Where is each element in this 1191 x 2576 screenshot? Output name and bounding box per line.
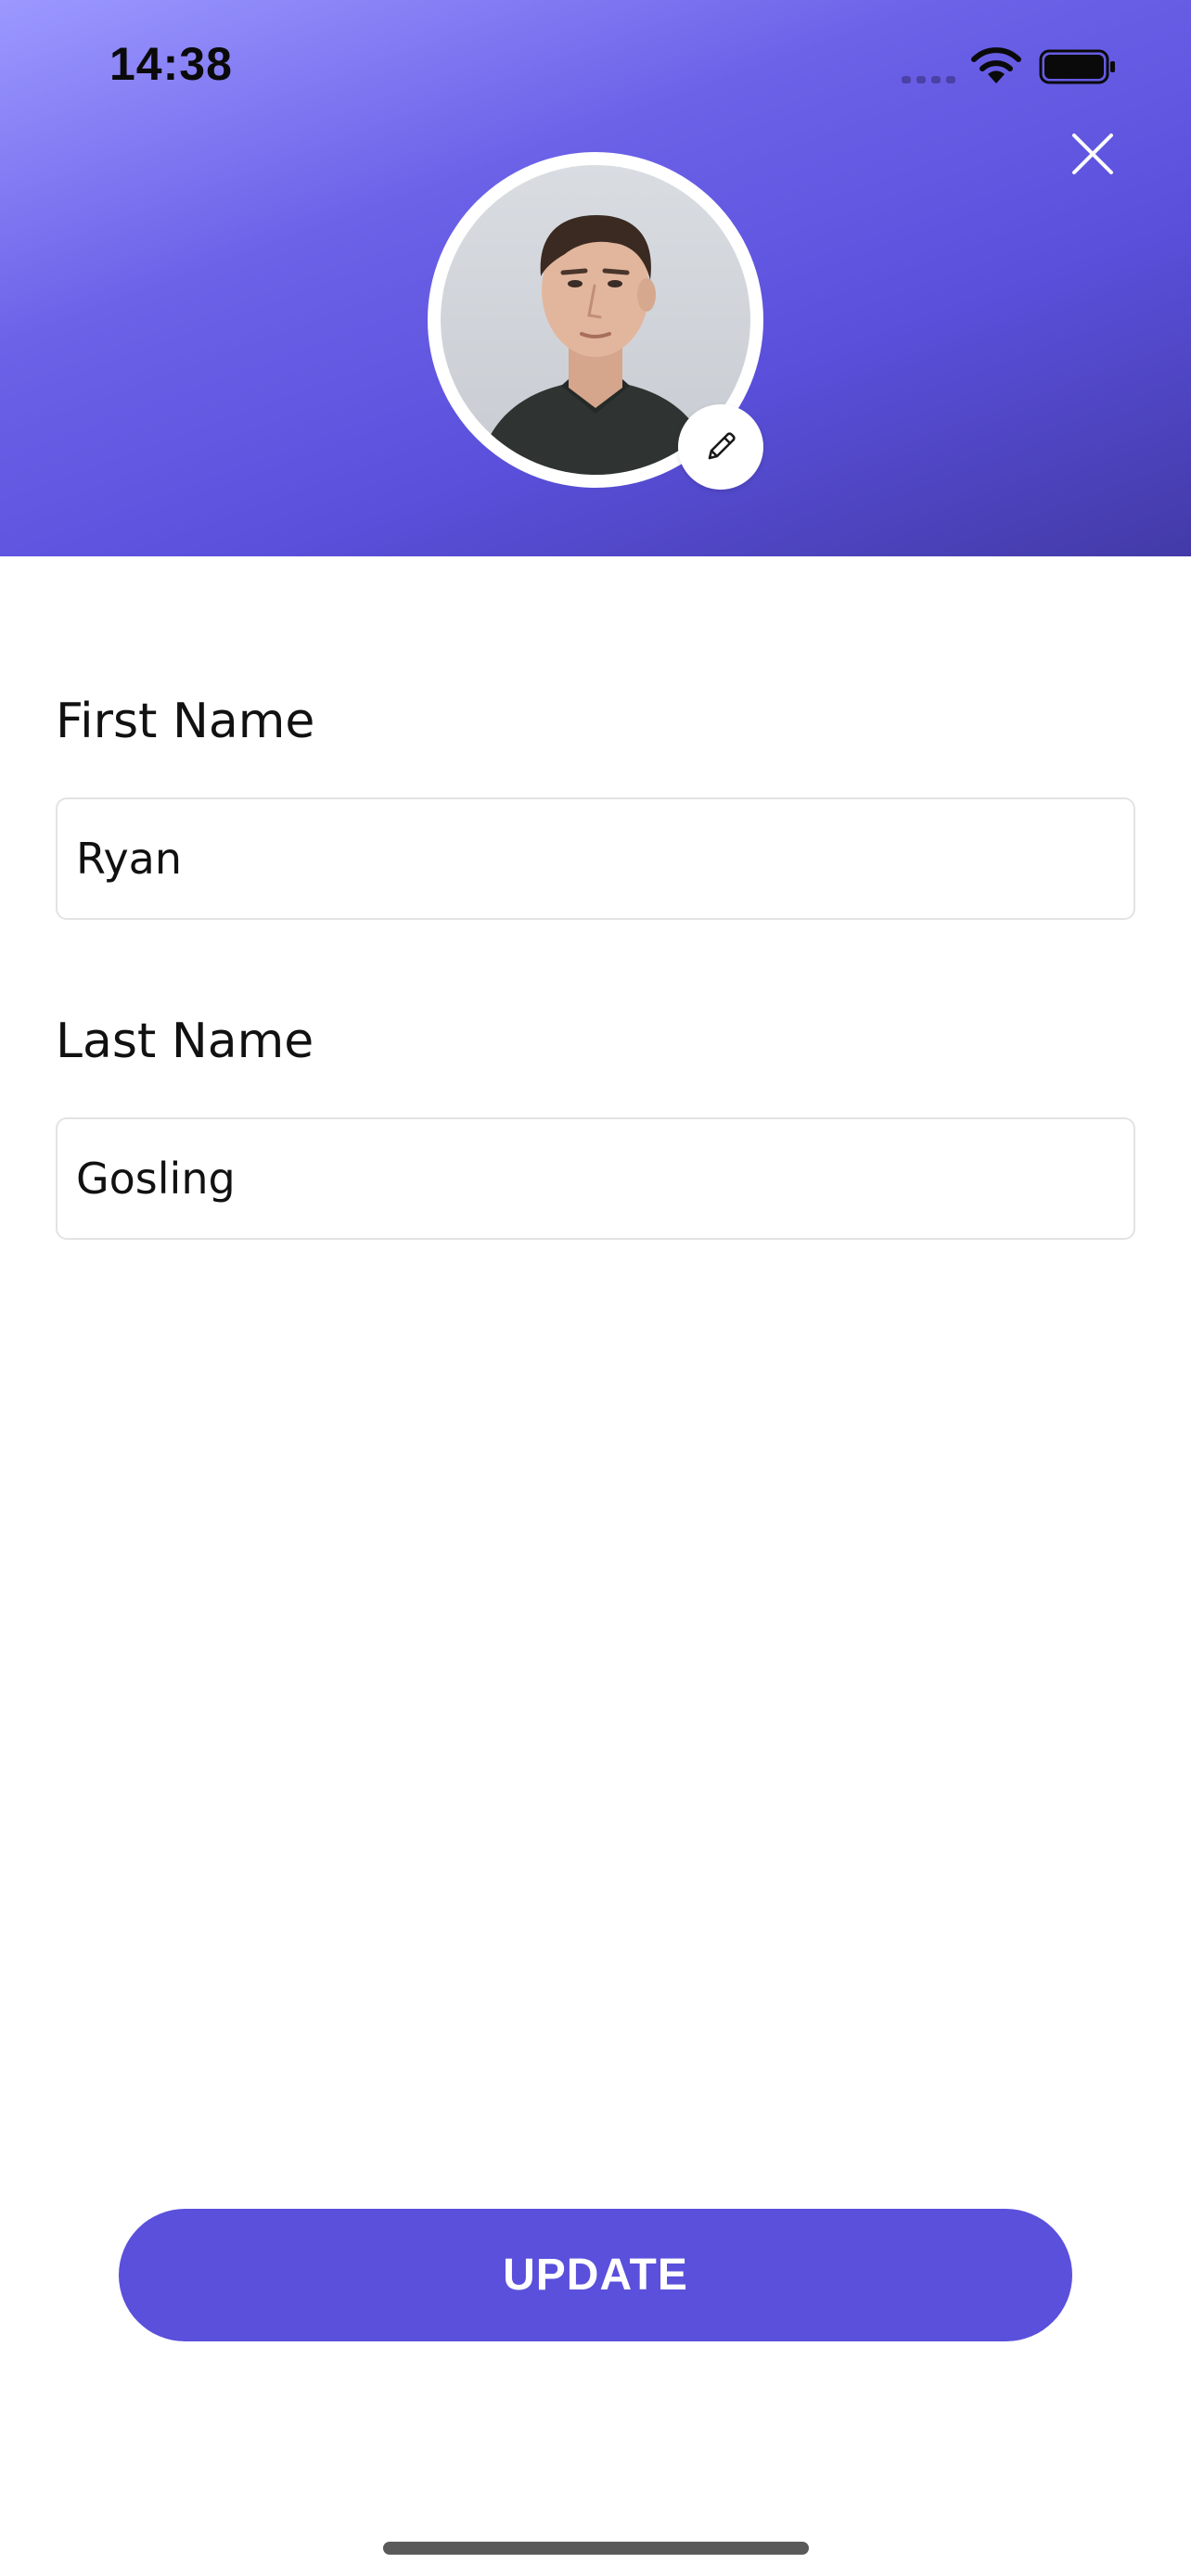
pencil-icon (708, 432, 736, 460)
profile-header: 14:38 (0, 0, 1191, 556)
first-name-input[interactable] (56, 797, 1135, 920)
battery-icon (1039, 49, 1115, 84)
update-button[interactable]: UPDATE (119, 2209, 1072, 2341)
avatar-container (428, 152, 763, 490)
edit-avatar-button[interactable] (678, 404, 763, 490)
close-icon (1072, 134, 1113, 174)
home-indicator[interactable] (383, 2542, 809, 2555)
status-bar: 14:38 (0, 0, 1191, 139)
cellular-signal-icon (902, 76, 955, 83)
first-name-label: First Name (56, 694, 315, 749)
wifi-icon (971, 47, 1021, 83)
close-button[interactable] (1065, 126, 1121, 182)
status-time: 14:38 (109, 38, 233, 90)
last-name-label: Last Name (56, 1014, 314, 1069)
last-name-input[interactable] (56, 1117, 1135, 1240)
